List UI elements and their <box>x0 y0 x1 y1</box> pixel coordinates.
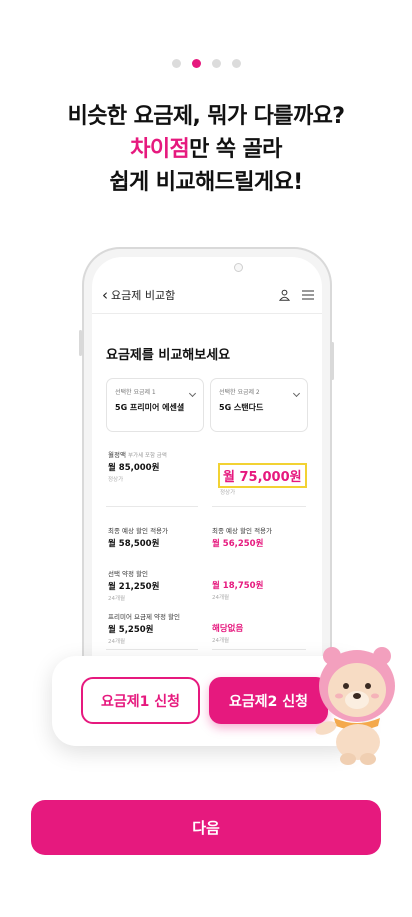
compare-section-title: 요금제를 비교해보세요 <box>106 348 231 363</box>
page-dot[interactable] <box>211 59 221 68</box>
back-arrow-icon[interactable]: ‹ <box>102 286 108 304</box>
plan1-select[interactable]: 선택한 요금제 1 5G 프리미어 에센셜 <box>106 378 204 432</box>
contract-discount-plan2-value: 월 18,750원 <box>212 581 264 591</box>
phone-screen: ‹ 요금제 비교함 요금제를 비교해보세요 선택한 요금제 1 5G 프리미어 … <box>92 257 322 697</box>
headline-line-1: 비슷한 요금제, 뭐가 다를까요? <box>67 104 345 129</box>
apply-plan1-button[interactable]: 요금제1 신청 <box>81 677 200 724</box>
row-divider <box>212 649 306 650</box>
apply-plan2-button[interactable]: 요금제2 신청 <box>209 677 328 724</box>
app-header: ‹ 요금제 비교함 <box>102 285 314 305</box>
monthly-fee-label: 월정액 부가세 포함 금액 <box>108 449 208 459</box>
row-divider <box>106 649 198 650</box>
monthly-fee-plan1-note: 정상가 <box>108 477 124 483</box>
plan2-caption: 선택한 요금제 2 <box>219 389 260 396</box>
monthly-fee-plan2-highlight: 월 75,000원 <box>218 463 307 488</box>
page-dot-active[interactable] <box>191 59 201 68</box>
phone-mockup: ‹ 요금제 비교함 요금제를 비교해보세요 선택한 요금제 1 5G 프리미어 … <box>82 247 332 697</box>
headline-highlight: 차이점 <box>130 137 190 162</box>
headline-line-2: 차이점만 쏙 골라 <box>0 133 412 166</box>
next-button[interactable]: 다음 <box>31 800 381 855</box>
contract-discount-plan1: 선택 약정 할인 월 21,250원 24개월 <box>108 568 159 602</box>
contract-discount-plan1-value: 월 21,250원 <box>108 582 160 592</box>
user-icon[interactable] <box>279 289 290 301</box>
premier-discount-plan2-value: 해당없음 <box>212 624 244 634</box>
monthly-fee-plan2-note: 정상가 <box>220 490 236 496</box>
plan2-select[interactable]: 선택한 요금제 2 5G 스탠다드 <box>210 378 308 432</box>
final-price-plan2: 최종 예상 할인 적용가 월 56,250원 <box>212 525 272 549</box>
headline-line-3: 쉽게 비교해드릴게요! <box>109 170 303 195</box>
final-price-plan1: 최종 예상 할인 적용가 월 58,500원 <box>108 525 168 549</box>
plan1-name: 5G 프리미어 에센셜 <box>115 403 185 412</box>
header-divider <box>92 313 322 314</box>
premier-discount-plan2: 해당없음 24개월 <box>212 620 243 644</box>
contract-discount-label: 선택 약정 할인 <box>108 570 149 578</box>
premier-discount-plan2-note: 24개월 <box>212 638 230 644</box>
contract-discount-plan2: 월 18,750원 24개월 <box>212 577 263 601</box>
row-divider <box>212 506 306 507</box>
premier-discount-plan1-value: 월 5,250원 <box>108 625 154 635</box>
onboarding-headline: 비슷한 요금제, 뭐가 다를까요? 차이점만 쏙 골라 쉽게 비교해드릴게요! <box>0 100 412 199</box>
contract-discount-plan1-note: 24개월 <box>108 596 126 602</box>
headline-line-2-rest: 만 쏙 골라 <box>189 137 282 162</box>
monthly-fee-plan1: 월정액 부가세 포함 금액 월 85,000원 정상가 <box>108 449 208 483</box>
page-dot[interactable] <box>231 59 241 68</box>
final-price-plan2-value: 월 56,250원 <box>212 539 264 549</box>
bear-mascot-icon <box>315 647 395 765</box>
final-price-label: 최종 예상 할인 적용가 <box>212 527 273 535</box>
monthly-fee-plan1-value: 월 85,000원 <box>108 463 160 473</box>
premier-discount-plan1: 프리미어 요금제 약정 할인 월 5,250원 24개월 <box>108 611 180 645</box>
page-dot[interactable] <box>171 59 181 68</box>
pagination-dots <box>0 59 412 68</box>
monthly-fee-label-text: 월정액 <box>108 451 126 459</box>
row-divider <box>106 506 198 507</box>
monthly-fee-sublabel: 부가세 포함 금액 <box>127 453 167 459</box>
final-price-plan1-value: 월 58,500원 <box>108 539 160 549</box>
camera-icon <box>234 263 243 272</box>
plan2-name: 5G 스탠다드 <box>219 403 264 412</box>
premier-discount-plan1-note: 24개월 <box>108 639 126 645</box>
plan1-caption: 선택한 요금제 1 <box>115 389 156 396</box>
premier-discount-label: 프리미어 요금제 약정 할인 <box>108 613 180 621</box>
final-price-label: 최종 예상 할인 적용가 <box>108 527 169 535</box>
menu-icon[interactable] <box>302 290 314 300</box>
contract-discount-plan2-note: 24개월 <box>212 595 230 601</box>
app-header-title: 요금제 비교함 <box>111 289 176 302</box>
